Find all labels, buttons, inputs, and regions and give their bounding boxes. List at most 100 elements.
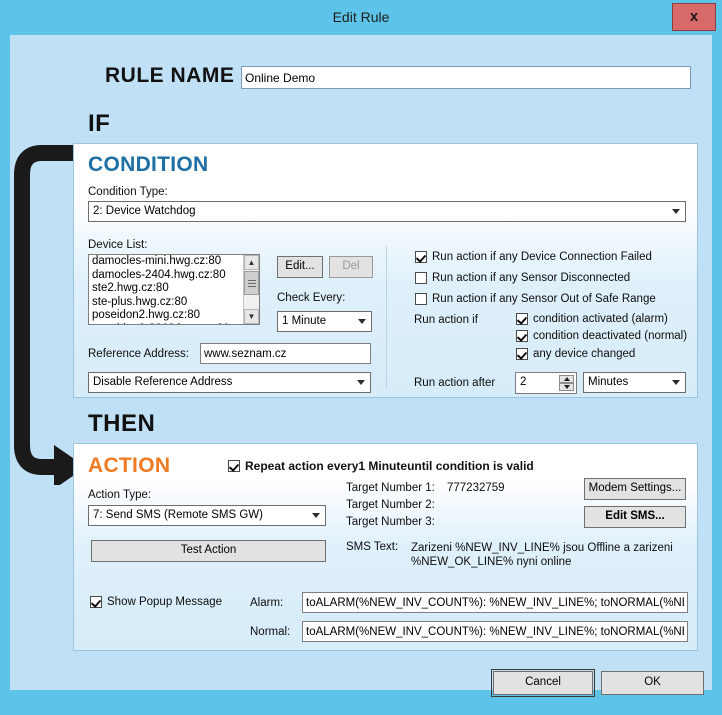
chevron-down-icon: [672, 380, 680, 385]
condition-type-select[interactable]: 2: Device Watchdog: [88, 201, 686, 222]
repeat-action-interval: 1 Minute: [358, 459, 408, 473]
sms-text-line-1: Zarizeni %NEW_INV_LINE% jsou Offline a z…: [411, 542, 673, 554]
device-list-label: Device List:: [88, 239, 148, 251]
checkbox-icon: [415, 293, 427, 305]
action-title: ACTION: [88, 454, 171, 477]
test-action-button[interactable]: Test Action: [91, 540, 326, 562]
checkbox-icon: [90, 596, 102, 608]
condition-title: CONDITION: [88, 153, 209, 176]
reference-mode-select[interactable]: Disable Reference Address: [88, 372, 371, 393]
target-number-2-label: Target Number 2:: [346, 499, 435, 511]
checkbox-label: any device changed: [533, 348, 636, 360]
then-label: THEN: [88, 410, 156, 437]
checkbox-icon: [415, 251, 427, 263]
cancel-label: Cancel: [525, 676, 561, 689]
normal-label: Normal:: [250, 626, 291, 638]
run-action-after-stepper[interactable]: 2: [515, 372, 577, 394]
ok-label: OK: [644, 676, 661, 689]
scroll-up-icon[interactable]: ▲: [244, 255, 259, 270]
list-item[interactable]: poseidon2.hwg.cz:80: [89, 309, 242, 323]
checkbox-icon: [516, 348, 528, 360]
device-list-items: damocles-mini.hwg.cz:80 damocles-2404.hw…: [89, 255, 242, 324]
list-item[interactable]: ste-plus.hwg.cz:80: [89, 296, 242, 310]
window-title: Edit Rule: [332, 9, 390, 25]
delete-device-label: Del: [342, 260, 360, 273]
checkbox-sensor-out-of-safe-range[interactable]: Run action if any Sensor Out of Safe Ran…: [415, 293, 656, 305]
checkbox-condition-deactivated[interactable]: condition deactivated (normal): [516, 330, 687, 342]
checkbox-label: Run action if any Sensor Out of Safe Ran…: [432, 293, 656, 305]
checkbox-icon: [516, 330, 528, 342]
checkbox-label: Run action if any Sensor Disconnected: [432, 272, 631, 284]
chevron-down-icon: [358, 319, 366, 324]
target-number-3-label: Target Number 3:: [346, 516, 435, 528]
sms-text-label: SMS Text:: [346, 541, 399, 553]
action-type-label: Action Type:: [88, 489, 152, 501]
sms-text-line-2: %NEW_OK_LINE% nyni online: [411, 556, 572, 568]
checkbox-any-device-changed[interactable]: any device changed: [516, 348, 635, 360]
reference-address-label: Reference Address:: [88, 348, 190, 360]
rule-name-label: RULE NAME: [105, 64, 235, 87]
run-action-after-unit-value: Minutes: [588, 376, 629, 388]
run-action-after-label: Run action after: [414, 377, 496, 389]
list-item[interactable]: ste2.hwg.cz:80: [89, 282, 242, 296]
if-label: IF: [88, 110, 111, 137]
chevron-down-icon: [672, 209, 680, 214]
check-every-select[interactable]: 1 Minute: [277, 311, 372, 332]
stepper-down-icon[interactable]: [559, 383, 574, 391]
stepper-up-icon[interactable]: [559, 375, 574, 383]
scrollbar-thumb[interactable]: [244, 271, 259, 295]
action-type-value: 7: Send SMS (Remote SMS GW): [93, 509, 263, 521]
edit-sms-button[interactable]: Edit SMS...: [584, 506, 686, 528]
device-list[interactable]: damocles-mini.hwg.cz:80 damocles-2404.hw…: [88, 254, 260, 325]
chevron-down-icon: [312, 513, 320, 518]
checkbox-show-popup-message[interactable]: Show Popup Message: [90, 596, 222, 608]
ok-button[interactable]: OK: [601, 671, 704, 695]
list-item[interactable]: poseidon2-3268.hwg.cz:80: [89, 323, 242, 324]
repeat-action-prefix: Repeat action every: [245, 459, 359, 473]
edit-device-label: Edit...: [285, 260, 315, 273]
checkbox-sensor-disconnected[interactable]: Run action if any Sensor Disconnected: [415, 272, 630, 284]
normal-input[interactable]: [302, 621, 688, 642]
target-number-1-value: 777232759: [447, 482, 505, 494]
reference-address-input[interactable]: [200, 343, 371, 364]
scroll-down-icon[interactable]: ▼: [244, 309, 259, 324]
show-popup-label: Show Popup Message: [107, 596, 223, 608]
alarm-input[interactable]: [302, 592, 688, 613]
list-item[interactable]: damocles-mini.hwg.cz:80: [89, 255, 242, 269]
modem-settings-button[interactable]: Modem Settings...: [584, 478, 686, 500]
check-every-label: Check Every:: [277, 292, 346, 304]
check-every-value: 1 Minute: [282, 315, 327, 327]
chevron-down-icon: [357, 380, 365, 385]
device-list-scrollbar[interactable]: ▲ ▼: [243, 255, 259, 324]
test-action-label: Test Action: [180, 544, 237, 557]
repeat-action-suffix: until condition is valid: [407, 459, 534, 473]
condition-type-label: Condition Type:: [88, 186, 168, 198]
checkbox-icon: [516, 313, 528, 325]
rule-name-input[interactable]: [241, 66, 691, 89]
edit-sms-label: Edit SMS...: [605, 510, 665, 523]
checkbox-repeat-action[interactable]: Repeat action every 1 Minute until condi…: [228, 459, 534, 473]
run-action-after-value: 2: [520, 376, 527, 388]
sms-text-value: Zarizeni %NEW_INV_LINE% jsou Offline a z…: [411, 541, 673, 569]
title-bar: Edit Rule x: [0, 0, 722, 35]
list-item[interactable]: damocles-2404.hwg.cz:80: [89, 269, 242, 283]
alarm-label: Alarm:: [250, 597, 284, 609]
panel-divider: [386, 246, 387, 389]
reference-mode-value: Disable Reference Address: [93, 376, 233, 388]
checkbox-label: condition activated (alarm): [533, 313, 668, 325]
action-type-select[interactable]: 7: Send SMS (Remote SMS GW): [88, 505, 326, 526]
checkbox-label: condition deactivated (normal): [533, 330, 688, 342]
delete-device-button[interactable]: Del: [329, 256, 373, 278]
checkbox-condition-activated[interactable]: condition activated (alarm): [516, 313, 668, 325]
run-action-if-label: Run action if: [414, 314, 478, 326]
checkbox-label: Run action if any Device Connection Fail…: [432, 251, 652, 263]
checkbox-icon: [415, 272, 427, 284]
cancel-button[interactable]: Cancel: [491, 669, 595, 697]
edit-device-button[interactable]: Edit...: [277, 256, 323, 278]
run-action-after-unit-select[interactable]: Minutes: [583, 372, 686, 393]
modem-settings-label: Modem Settings...: [588, 482, 682, 495]
close-icon[interactable]: x: [672, 3, 716, 31]
stepper-buttons[interactable]: [559, 375, 574, 391]
checkbox-device-connection-failed[interactable]: Run action if any Device Connection Fail…: [415, 251, 652, 263]
edit-rule-window: Edit Rule x RULE NAME IF THEN CONDITION …: [0, 0, 722, 715]
